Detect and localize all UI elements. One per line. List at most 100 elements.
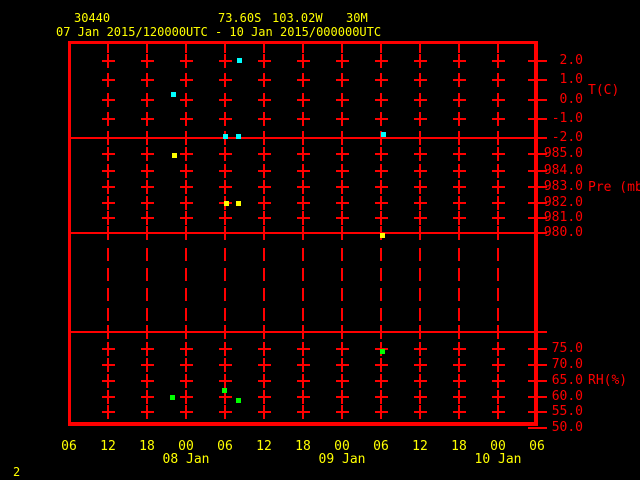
temperature-point-marker [171,92,176,97]
grid-column-tick [453,331,466,333]
grid-column-tick [102,99,115,101]
pressure-point-marker [236,201,241,206]
grid-column-tick [180,170,193,172]
grid-column-tick [258,217,271,219]
relative_humidity-point-marker [380,349,385,354]
grid-column-tick [375,364,388,366]
y-tick-label: 75.0 [551,341,583,356]
grid-column-tick [180,232,193,234]
column-dash [302,308,304,321]
grid-column-tick [102,153,115,155]
grid-column-tick [141,331,154,333]
column-dash [224,288,226,301]
y-tick-label: 1.0 [559,72,583,87]
x-hour-label: 18 [139,439,155,454]
grid-column-tick [141,60,154,62]
grid-column-tick [180,202,193,204]
grid-column-tick [453,364,466,366]
grid-column-tick [375,202,388,204]
grid-column-tick [141,396,154,398]
column-dash [185,288,187,301]
grid-column-tick [141,411,154,413]
y-tick-label: 70.0 [551,357,583,372]
column-dash [341,268,343,281]
grid-column-tick [180,411,193,413]
column-dash [458,288,460,301]
x-date-label: 08 Jan [162,452,210,467]
grid-column-tick [453,348,466,350]
grid-column-tick [102,202,115,204]
column-dash [380,248,382,261]
grid-column-tick [180,348,193,350]
column-dash [302,248,304,261]
temperature-axis-label: T(C) [588,83,620,98]
grid-column-tick [414,396,427,398]
grid-column-tick [297,411,310,413]
grid-column-tick [414,331,427,333]
grid-column-tick [297,99,310,101]
grid-column-tick [180,79,193,81]
grid-column-tick [102,60,115,62]
grid-column-tick [414,153,427,155]
right-axis-tick [528,331,547,333]
grid-column-tick [375,79,388,81]
grid-column-tick [336,153,349,155]
grid-column-tick [336,348,349,350]
grid-column-tick [453,79,466,81]
column-dash [302,268,304,281]
grid-column-tick [453,153,466,155]
grid-column-tick [102,364,115,366]
column-dash [458,248,460,261]
y-tick-label: 984.0 [543,163,583,178]
x-hour-label: 06 [373,439,389,454]
column-dash [185,44,187,53]
grid-column-tick [453,217,466,219]
grid-column-tick [336,118,349,120]
grid-column-tick [102,170,115,172]
grid-column-tick [258,348,271,350]
column-dash [419,44,421,53]
column-dash [107,248,109,261]
column-dash [263,44,265,53]
grid-column-tick [297,170,310,172]
grid-column-tick [297,202,310,204]
column-dash [380,288,382,301]
grid-column-tick [258,411,271,413]
grid-column-tick [180,99,193,101]
column-dash [341,44,343,53]
grid-column-tick [219,217,232,219]
grid-column-tick [492,364,505,366]
grid-column-tick [414,348,427,350]
grid-column-tick [375,170,388,172]
grid-column-tick [219,396,232,398]
relative_humidity-point-marker [222,388,227,393]
column-dash [380,268,382,281]
column-dash [419,248,421,261]
grid-column-tick [453,170,466,172]
temperature-point-marker [381,132,386,137]
x-hour-label: 18 [295,439,311,454]
grid-column-tick [258,153,271,155]
grid-column-tick [219,170,232,172]
temperature-point-marker [223,134,228,139]
column-dash [380,44,382,53]
grid-column-tick [297,348,310,350]
grid-column-tick [297,396,310,398]
column-dash [458,308,460,321]
grid-column-tick [297,153,310,155]
grid-column-tick [102,137,115,139]
temperature-point-marker [237,58,242,63]
column-dash [146,248,148,261]
x-hour-label: 12 [256,439,272,454]
meteogram-screen: 30440 73.60S 103.02W 30M 07 Jan 2015/120… [0,0,640,480]
y-tick-label: -2.0 [551,130,583,145]
x-hour-label: 12 [412,439,428,454]
grid-column-tick [141,364,154,366]
column-dash [224,248,226,261]
grid-column-tick [102,217,115,219]
grid-column-tick [180,118,193,120]
grid-column-tick [375,60,388,62]
grid-column-tick [492,137,505,139]
column-dash [497,268,499,281]
grid-column-tick [141,137,154,139]
